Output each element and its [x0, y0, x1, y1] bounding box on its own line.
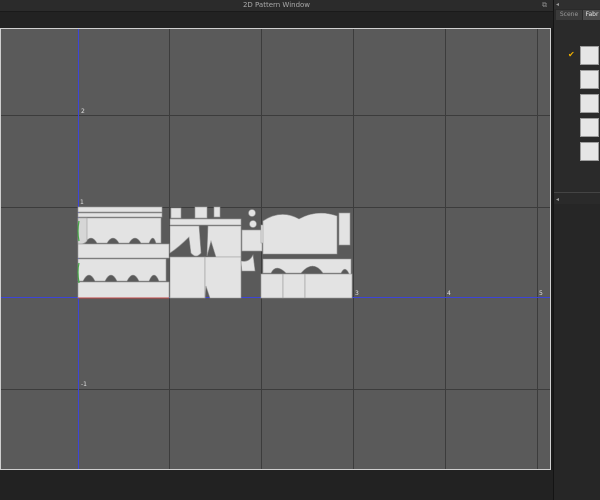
checkmark-icon: ✔: [568, 50, 575, 59]
pattern-piece: [170, 207, 182, 219]
window-title: 2D Pattern Window: [242, 1, 311, 9]
fabric-swatch[interactable]: [580, 46, 599, 65]
pattern-canvas[interactable]: 2 1 -1 -2 3 4 5: [0, 28, 551, 470]
pattern-piece: [262, 212, 338, 255]
status-strip: [0, 470, 553, 500]
pattern-strip: [77, 206, 163, 213]
pattern-piece: [213, 206, 221, 218]
panel-header: ◂: [554, 0, 600, 9]
fabric-swatch[interactable]: [580, 94, 599, 113]
panel-divider: [554, 192, 600, 193]
pattern-piece: [77, 258, 167, 282]
pattern-piece: [169, 225, 202, 257]
fabric-swatch[interactable]: [580, 118, 599, 137]
pattern-piece: [169, 218, 242, 226]
object-browser-panel: ◂ Scene Fabr ✔ ◂: [553, 0, 600, 500]
pattern-piece: [282, 273, 306, 299]
fabric-list: ✔: [554, 44, 600, 194]
pattern-piece: [338, 212, 351, 246]
fabric-swatch[interactable]: [580, 70, 599, 89]
pattern-piece: [260, 273, 284, 299]
pattern-piece: [241, 229, 263, 252]
pattern-piece: [240, 253, 256, 272]
pattern-piece: [204, 256, 242, 299]
pattern-strip: [77, 212, 163, 218]
toolbar-strip: [0, 12, 553, 28]
tab-fabric[interactable]: Fabr: [583, 10, 600, 20]
collapse-arrow-icon[interactable]: ◂: [556, 0, 559, 9]
pattern-piece: [77, 243, 170, 259]
float-window-icon[interactable]: ⧉: [542, 2, 549, 9]
pattern-piece: [194, 206, 208, 219]
pattern-piece: [77, 281, 170, 299]
panel-tabs: Scene Fabr: [554, 10, 600, 20]
pattern-pieces[interactable]: [1, 29, 551, 470]
tab-scene[interactable]: Scene: [556, 10, 582, 20]
pattern-piece: [304, 273, 353, 299]
pattern-piece: [77, 217, 162, 244]
fabric-swatch[interactable]: [580, 142, 599, 161]
collapse-arrow-icon[interactable]: ◂: [556, 196, 559, 203]
pattern-piece: [206, 225, 242, 258]
pattern-piece: [169, 256, 206, 299]
pattern-piece: [249, 220, 257, 228]
window-titlebar: 2D Pattern Window ⧉: [0, 0, 553, 12]
pattern-piece: [248, 209, 256, 217]
property-editor: [554, 204, 600, 500]
